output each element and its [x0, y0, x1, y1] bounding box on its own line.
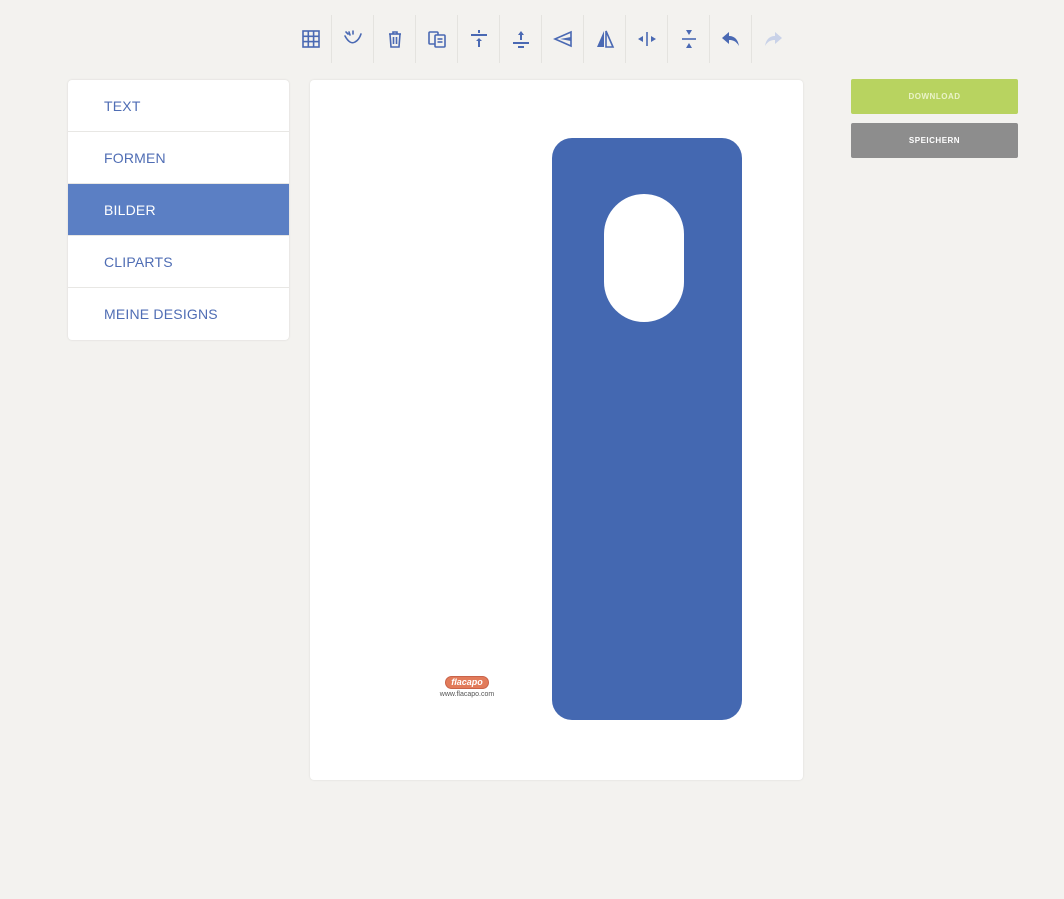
- trash-icon: [388, 31, 401, 48]
- delete-button[interactable]: [374, 15, 416, 63]
- menu-item-meine-designs[interactable]: MEINE DESIGNS: [68, 288, 289, 340]
- redo-button[interactable]: [752, 15, 794, 63]
- bring-forward-icon: [470, 30, 487, 47]
- menu-item-cliparts[interactable]: CLIPARTS: [68, 236, 289, 288]
- duplicate-icon: [427, 31, 446, 48]
- watermark-logo: flacapo: [445, 676, 489, 689]
- watermark-url: www.flacapo.com: [439, 691, 495, 698]
- watermark: flacapo www.flacapo.com: [432, 672, 502, 698]
- menu-item-text[interactable]: TEXT: [68, 80, 289, 132]
- center-vertical-button[interactable]: [668, 15, 710, 63]
- center-horizontal-button[interactable]: [626, 15, 668, 63]
- flip-vertical-button[interactable]: [584, 15, 626, 63]
- flip-horizontal-icon: [552, 30, 572, 48]
- send-backward-button[interactable]: [500, 15, 542, 63]
- magic-wand-button[interactable]: [332, 15, 374, 63]
- redo-icon: [765, 32, 782, 46]
- save-button[interactable]: SPEICHERN: [851, 123, 1018, 158]
- undo-button[interactable]: [710, 15, 752, 63]
- bring-forward-button[interactable]: [458, 15, 500, 63]
- center-horizontal-icon: [637, 32, 656, 46]
- door-hanger-shape[interactable]: [552, 138, 742, 720]
- send-backward-icon: [512, 31, 529, 48]
- flip-horizontal-button[interactable]: [542, 15, 584, 63]
- editor-toolbar: [290, 14, 794, 64]
- category-menu: TEXT FORMEN BILDER CLIPARTS MEINE DESIGN…: [68, 80, 289, 340]
- center-vertical-icon: [681, 30, 696, 48]
- door-hanger-hole: [604, 194, 684, 322]
- grid-button[interactable]: [290, 15, 332, 63]
- undo-icon: [721, 32, 739, 46]
- flip-vertical-icon: [596, 30, 614, 48]
- download-button[interactable]: DOWNLOAD: [851, 79, 1018, 114]
- duplicate-button[interactable]: [416, 15, 458, 63]
- menu-item-bilder[interactable]: BILDER: [68, 184, 289, 236]
- menu-item-formen[interactable]: FORMEN: [68, 132, 289, 184]
- grid-icon: [301, 30, 320, 48]
- design-canvas[interactable]: flacapo www.flacapo.com: [310, 80, 803, 780]
- magic-wand-icon: [343, 30, 362, 44]
